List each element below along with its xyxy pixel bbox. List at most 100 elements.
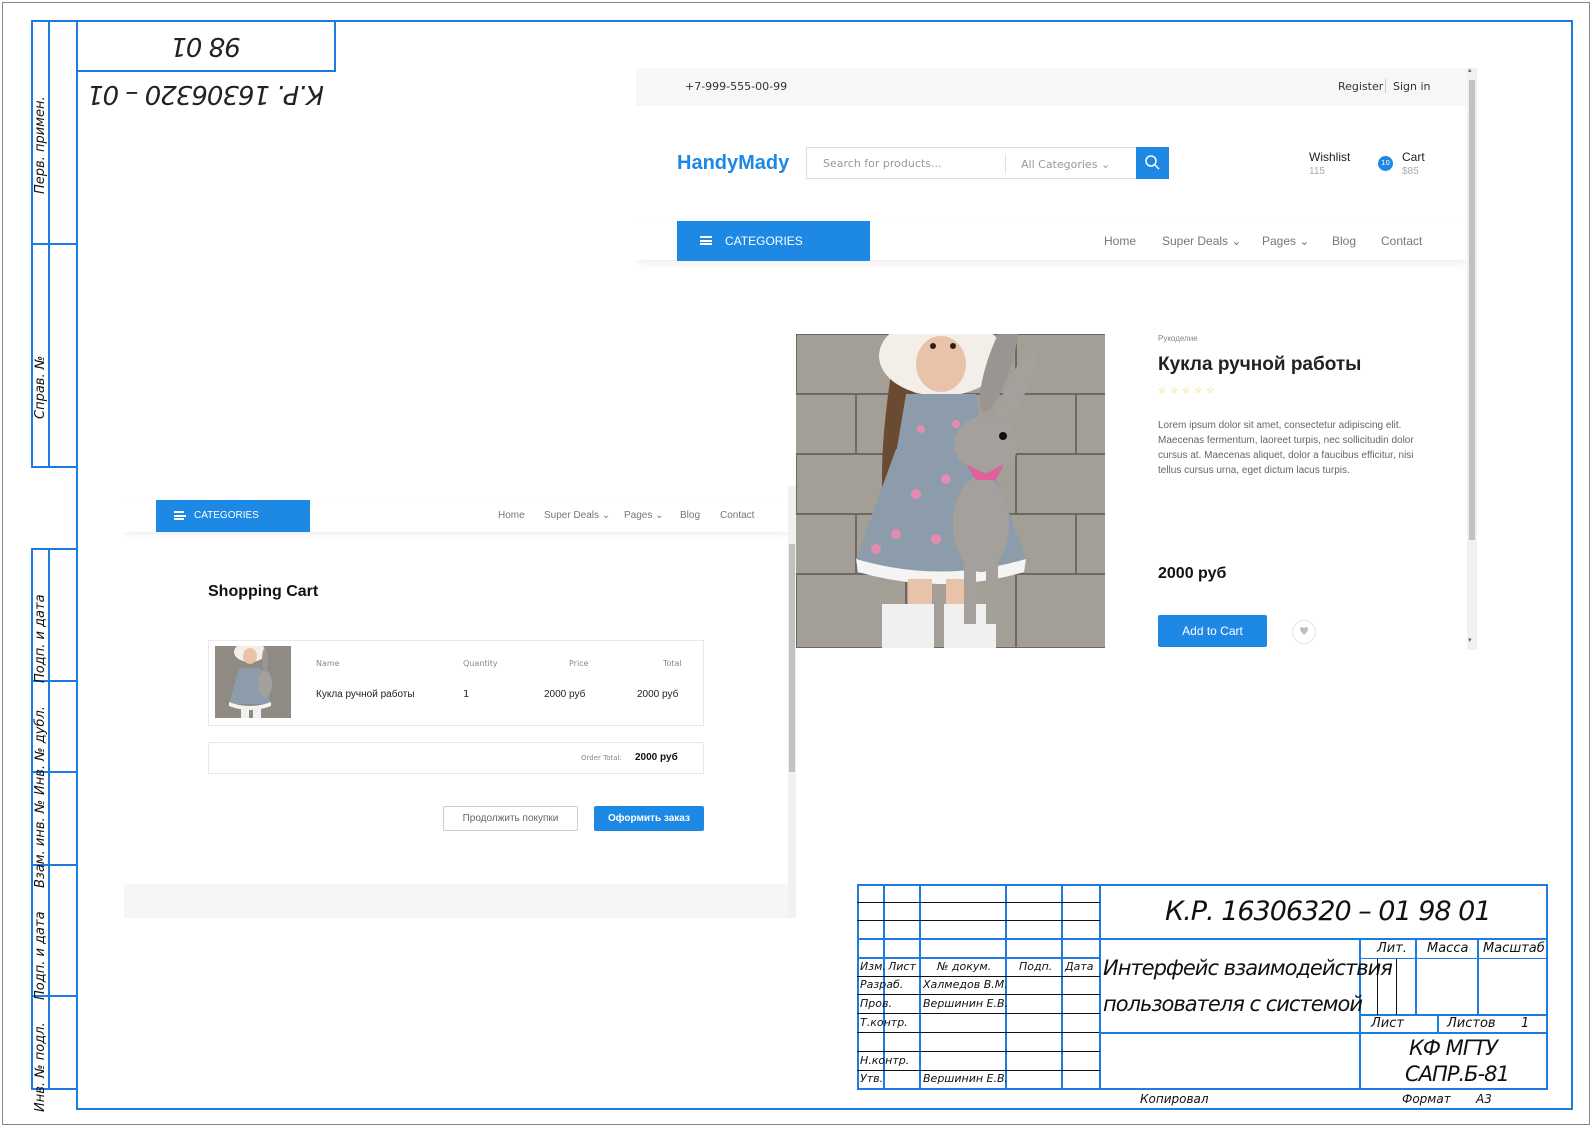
- search-icon: [1145, 155, 1160, 170]
- search-divider: [1005, 154, 1006, 174]
- search-input[interactable]: Search for products...: [823, 157, 941, 170]
- nav-pages-label: Pages: [1262, 234, 1297, 248]
- nav-home[interactable]: Home: [1104, 234, 1136, 248]
- cart-page-screenshot: CATEGORIES Home Super Deals ⌄ Pages ⌄ Bl…: [124, 486, 796, 918]
- cart-nav-super-deals-label: Super Deals: [544, 510, 600, 521]
- title-block: Изм. Лист № докум. Подп. Дата Разраб. Пр…: [857, 884, 1548, 1090]
- checkout-button[interactable]: Оформить заказ: [594, 806, 704, 831]
- person-prov: Вершинин Е.В.: [923, 997, 1009, 1010]
- product-page-scrollbar[interactable]: ▴ ▾: [1467, 68, 1477, 650]
- wishlist[interactable]: Wishlist 115: [1309, 150, 1350, 177]
- register-link[interactable]: Register: [1338, 80, 1383, 93]
- doll-illustration: [796, 334, 1105, 648]
- wishlist-label: Wishlist: [1309, 150, 1351, 164]
- cart-nav-blog[interactable]: Blog: [680, 510, 700, 521]
- cart[interactable]: Cart $85: [1402, 150, 1425, 177]
- organisation-line2: САПР.Б-81: [1405, 1062, 1510, 1086]
- cart-item-thumbnail[interactable]: [215, 646, 291, 718]
- add-to-cart-button[interactable]: Add to Cart: [1158, 615, 1267, 647]
- role-tkontr: Т.контр.: [860, 1016, 908, 1029]
- heart-icon: ♥: [1299, 625, 1309, 638]
- scroll-up-arrow[interactable]: ▴: [1468, 68, 1472, 74]
- wishlist-count: 115: [1309, 166, 1325, 177]
- format-value: А3: [1476, 1092, 1492, 1106]
- wishlist-heart-button[interactable]: ♥: [1292, 620, 1316, 644]
- person-razrab: Халмедов В.М.: [923, 978, 1008, 991]
- cart-item-name[interactable]: Кукла ручной работы: [316, 689, 415, 700]
- product-category[interactable]: Рукоделие: [1158, 334, 1198, 343]
- order-total-value: 2000 руб: [635, 752, 678, 763]
- scrollbar-thumb[interactable]: [1469, 80, 1475, 540]
- star-icon: ☆: [1182, 386, 1195, 396]
- chevron-down-icon: ⌄: [1231, 234, 1242, 248]
- star-icon: ☆: [1158, 386, 1171, 396]
- chevron-down-icon: ⌄: [655, 510, 664, 521]
- order-total-box: Order Total: 2000 руб: [208, 742, 704, 774]
- menu-icon: [700, 236, 712, 245]
- category-select[interactable]: All Categories ⌄: [1021, 158, 1110, 171]
- cart-nav-pages[interactable]: Pages ⌄: [624, 510, 664, 521]
- sheet-label: Лист: [1371, 1016, 1404, 1031]
- cart-title: Shopping Cart: [208, 583, 319, 600]
- cart-page-scrollbar[interactable]: [788, 486, 796, 918]
- phone-number: +7-999-555-00-99: [685, 80, 788, 93]
- mirrored-drawing-code: К.Р. 16306320 – 01 98 01: [76, 20, 336, 109]
- product-image[interactable]: [796, 334, 1105, 648]
- cart-nav-pages-label: Pages: [624, 510, 653, 521]
- margin-label-perv-primen: Перв. примен.: [33, 96, 48, 194]
- document-name-line1: Интерфейс взаимодействия: [1103, 956, 1393, 980]
- scale-header: Масштаб: [1483, 941, 1545, 956]
- col-total-header: Total: [663, 659, 682, 668]
- format-label: Формат: [1402, 1092, 1451, 1106]
- cart-item-total: 2000 руб: [637, 689, 679, 700]
- sheets-count: 1: [1521, 1016, 1530, 1031]
- hdr-podp: Подп.: [1019, 960, 1053, 973]
- cart-categories-button[interactable]: CATEGORIES: [156, 500, 310, 532]
- hdr-izm: Изм.: [860, 960, 886, 973]
- top-bar: +7-999-555-00-99 Register Sign in: [636, 68, 1468, 106]
- categories-label: CATEGORIES: [725, 234, 803, 248]
- sheets-label: Листов: [1447, 1016, 1496, 1031]
- person-utv: Вершинин Е.В.: [923, 1072, 1009, 1085]
- order-total-label: Order Total:: [581, 754, 622, 762]
- cart-badge: 10: [1378, 156, 1393, 171]
- doll-thumbnail: [215, 646, 291, 718]
- cart-item-quantity[interactable]: 1: [463, 689, 469, 700]
- role-utv: Утв.: [860, 1072, 884, 1085]
- continue-shopping-button[interactable]: Продолжить покупки: [443, 806, 578, 831]
- cart-nav-contact[interactable]: Contact: [720, 510, 754, 521]
- mirrored-code-text: К.Р. 16306320 – 01 98 01: [88, 31, 324, 109]
- nav-pages[interactable]: Pages ⌄: [1262, 234, 1309, 248]
- mass-header: Масса: [1427, 941, 1469, 956]
- chevron-down-icon: ⌄: [1299, 234, 1310, 248]
- nav-contact[interactable]: Contact: [1381, 234, 1422, 248]
- star-icon: ☆: [1206, 386, 1219, 396]
- cart-label: Cart: [1402, 150, 1425, 164]
- scroll-down-arrow[interactable]: ▾: [1468, 636, 1472, 644]
- nav-super-deals-label: Super Deals: [1162, 234, 1229, 248]
- role-nkontr: Н.контр.: [860, 1054, 910, 1067]
- categories-button[interactable]: CATEGORIES: [677, 221, 870, 261]
- margin-label-inv-podl: Инв. № подл.: [33, 1022, 48, 1112]
- cart-item-price: 2000 руб: [544, 689, 586, 700]
- sign-in-link[interactable]: Sign in: [1393, 80, 1431, 93]
- star-icon: ☆: [1194, 386, 1207, 396]
- product-price: 2000 руб: [1158, 565, 1227, 582]
- lit-header: Лит.: [1377, 941, 1407, 956]
- cart-total: $85: [1402, 166, 1419, 177]
- rating-stars: ☆☆☆☆☆: [1158, 386, 1218, 396]
- logo[interactable]: HandyMady: [677, 152, 789, 175]
- nav-blog[interactable]: Blog: [1332, 234, 1356, 248]
- cart-nav-home[interactable]: Home: [498, 510, 525, 521]
- col-quantity-header: Quantity: [463, 659, 498, 668]
- cart-nav-super-deals[interactable]: Super Deals ⌄: [544, 510, 610, 521]
- search-button[interactable]: [1136, 147, 1169, 179]
- copied-label: Копировал: [1140, 1092, 1209, 1106]
- cart-footer: [124, 884, 788, 918]
- role-razrab: Разраб.: [860, 978, 904, 991]
- document-name-line2: пользователя с системой: [1103, 992, 1363, 1016]
- cart-scrollbar-thumb[interactable]: [789, 544, 795, 772]
- nav-bar: CATEGORIES Home Super Deals ⌄ Pages ⌄ Bl…: [636, 220, 1468, 261]
- nav-super-deals[interactable]: Super Deals ⌄: [1162, 234, 1241, 248]
- chevron-down-icon: ⌄: [1100, 158, 1111, 171]
